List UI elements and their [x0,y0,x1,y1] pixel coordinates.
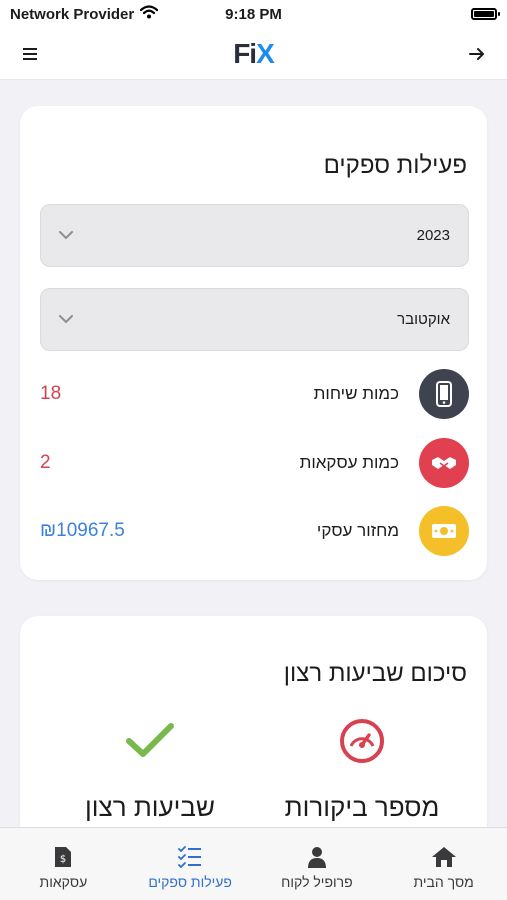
month-value: אוקטובר [397,311,450,328]
hamburger-icon [23,47,37,60]
month-select[interactable]: אוקטובר [40,288,469,351]
top-nav: FiX [0,28,507,80]
stat-label-group: כמות עסקאות [300,438,469,488]
reviews-count-item: מספר ביקורות [262,716,462,823]
tab-label: מסך הבית [413,874,474,890]
logo-text: Fi [233,37,257,69]
tab-supplier-activity[interactable]: פעילות ספקים [127,828,254,900]
tab-customer-profile[interactable]: פרופיל לקוח [254,828,381,900]
phone-icon [419,369,469,419]
tab-deals[interactable]: $ עסקאות [0,828,127,900]
money-icon [419,506,469,556]
supplier-activity-card: פעילות ספקים 2023 אוקטובר 18 כמות שיחות [20,106,487,580]
user-icon [307,847,326,868]
satisfaction-item: שביעות רצון [50,716,250,823]
stat-row-deals: 2 כמות עסקאות [40,438,469,488]
tab-label: פרופיל לקוח [281,874,353,890]
stat-value: 2 [40,452,51,473]
checkmark-icon [50,716,250,766]
stat-label-group: כמות שיחות [314,369,469,419]
wifi-icon [140,5,159,23]
stat-label: כמות שיחות [313,384,399,403]
speedometer-icon [262,716,462,766]
status-left: Network Provider [10,5,159,23]
card-title: פעילות ספקים [323,152,467,179]
logo-accent: X [256,37,275,69]
tab-label: פעילות ספקים [148,874,232,890]
chevron-down-icon [59,231,73,239]
stat-row-revenue: ₪10967.5 מחזור עסקי [40,506,469,556]
tab-bar: מסך הבית פרופיל לקוח פעילות ספקים $ עסקא… [0,827,507,900]
stat-value: 18 [40,383,62,404]
stat-label-group: מחזור עסקי [317,506,469,556]
svg-text:$: $ [60,854,66,865]
battery-icon [471,8,500,20]
chevron-down-icon [59,315,73,323]
carrier-label: Network Provider [10,5,135,23]
stat-row-calls: 18 כמות שיחות [40,369,469,419]
checklist-icon [178,846,202,868]
menu-button[interactable] [16,40,44,68]
stat-value: ₪10967.5 [40,520,125,541]
year-select[interactable]: 2023 [40,204,469,267]
handshake-icon [419,438,469,488]
satisfaction-label: שביעות רצון [85,792,215,822]
status-bar: Network Provider 9:18 PM [0,0,507,28]
invoice-icon: $ [55,847,72,867]
stat-label: מחזור עסקי [316,521,399,540]
home-icon [431,847,456,867]
app-logo: FiX [0,38,507,70]
tab-label: עסקאות [39,874,88,890]
stat-label: כמות עסקאות [299,453,399,472]
arrow-right-icon [469,47,484,60]
reviews-count-label: מספר ביקורות [284,792,440,822]
card-title: סיכום שביעות רצון [283,660,467,687]
year-value: 2023 [416,227,450,244]
forward-button[interactable] [463,40,491,68]
tab-home[interactable]: מסך הבית [380,828,507,900]
